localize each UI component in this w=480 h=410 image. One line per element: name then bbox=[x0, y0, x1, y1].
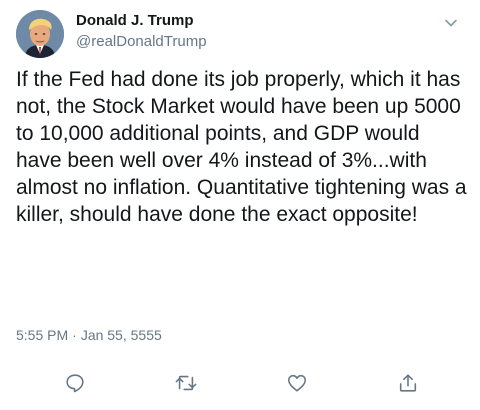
reply-icon bbox=[66, 374, 84, 393]
author-info[interactable]: Donald J. Trump @realDonaldTrump bbox=[76, 13, 207, 49]
timestamp-separator: · bbox=[72, 327, 77, 343]
chevron-down-icon[interactable] bbox=[442, 14, 460, 32]
tweet-card: Donald J. Trump @realDonaldTrump If the … bbox=[0, 0, 480, 410]
action-bar bbox=[0, 366, 480, 402]
tweet-time[interactable]: 5:55 PM bbox=[16, 327, 68, 343]
tweet-timestamp[interactable]: 5:55 PM · Jan 55, 5555 bbox=[16, 327, 162, 343]
tweet-date[interactable]: Jan 55, 5555 bbox=[81, 327, 162, 343]
avatar-image bbox=[16, 10, 64, 58]
tweet-text: If the Fed had done its job properly, wh… bbox=[16, 68, 467, 226]
display-name[interactable]: Donald J. Trump bbox=[76, 13, 207, 28]
share-icon bbox=[399, 374, 417, 392]
retweet-button[interactable] bbox=[169, 366, 203, 400]
reply-button[interactable] bbox=[58, 366, 92, 400]
avatar[interactable] bbox=[16, 10, 64, 58]
share-button[interactable] bbox=[391, 366, 425, 400]
retweet-icon bbox=[175, 375, 197, 391]
user-handle[interactable]: @realDonaldTrump bbox=[76, 34, 207, 49]
heart-icon bbox=[287, 374, 307, 392]
like-button[interactable] bbox=[280, 366, 314, 400]
